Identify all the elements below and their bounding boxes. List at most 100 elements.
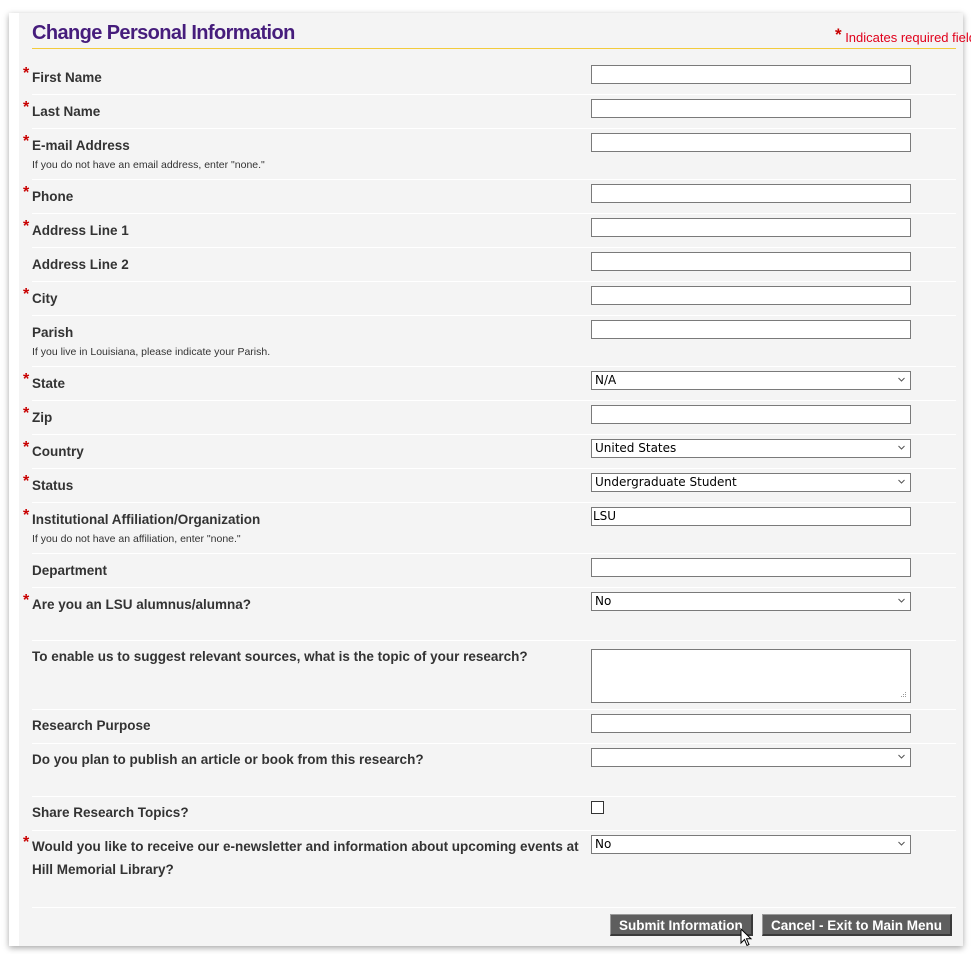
field-control	[591, 65, 911, 84]
field-label-text: Status	[32, 478, 74, 493]
field-label-text: Do you plan to publish an article or boo…	[32, 752, 424, 767]
field-label-text: Share Research Topics?	[32, 805, 189, 820]
required-asterisk-icon: *	[23, 371, 30, 388]
text-input[interactable]	[591, 184, 911, 203]
text-input[interactable]	[591, 99, 911, 118]
field-control	[591, 184, 911, 203]
required-asterisk-icon: *	[23, 592, 30, 609]
required-asterisk-icon: *	[23, 133, 30, 150]
textarea-input[interactable]	[591, 649, 911, 703]
cancel-exit-button[interactable]: Cancel - Exit to Main Menu	[762, 914, 953, 936]
form-row: * Last Name	[23, 95, 956, 129]
form-row: * First Name	[23, 61, 956, 95]
field-control	[591, 714, 911, 733]
field-control: United States	[591, 439, 911, 458]
form-rows: * First Name * Last Name * E-mail Address If y…	[23, 61, 956, 908]
chevron-down-icon	[898, 377, 905, 382]
form-row: * Country United States	[23, 435, 956, 469]
field-label-text: Last Name	[32, 104, 101, 119]
required-asterisk-icon: *	[23, 834, 30, 851]
share-research-checkbox[interactable]	[591, 801, 604, 814]
field-label: Department	[32, 559, 582, 582]
required-asterisk-icon: *	[23, 439, 30, 456]
field-control: No	[591, 835, 911, 854]
dropdown-select[interactable]: Undergraduate Student	[591, 473, 911, 492]
field-label: * Address Line 1	[23, 218, 582, 242]
field-label-text: Institutional Affiliation/Organization	[32, 512, 261, 527]
form-row: * Zip	[23, 401, 956, 435]
field-control	[591, 748, 911, 767]
resize-grip-icon[interactable]	[899, 691, 907, 699]
field-label-text: First Name	[32, 70, 102, 85]
dropdown-select[interactable]: No	[591, 592, 911, 611]
field-label: * Institutional Affiliation/Organization	[23, 507, 582, 531]
text-input[interactable]	[591, 286, 911, 305]
field-label: * Would you like to receive our e-newslet…	[23, 834, 582, 881]
field-label: Do you plan to publish an article or boo…	[32, 748, 582, 771]
dropdown-select[interactable]: N/A	[591, 371, 911, 390]
form-row: * Institutional Affiliation/Organization I…	[23, 503, 956, 554]
field-label: Parish	[32, 321, 582, 344]
text-input[interactable]	[591, 133, 911, 152]
field-label: Research Purpose	[32, 714, 582, 737]
field-label-text: Zip	[32, 410, 53, 425]
form-row: * State N/A	[23, 367, 956, 401]
field-label-text: Country	[32, 444, 84, 459]
field-control	[591, 252, 911, 271]
text-input[interactable]	[591, 65, 911, 84]
field-label: * Country	[23, 439, 582, 463]
dropdown-select[interactable]: United States	[591, 439, 911, 458]
text-input[interactable]	[591, 218, 911, 237]
mouse-cursor-icon	[740, 928, 753, 947]
field-label: * First Name	[23, 65, 582, 89]
field-label: * Status	[23, 473, 582, 497]
form-row: * Address Line 1	[23, 214, 956, 248]
field-control	[591, 133, 911, 152]
form-header: Change Personal Information * Indicates …	[32, 21, 971, 49]
text-input[interactable]	[591, 320, 911, 339]
field-label-text: Parish	[32, 325, 74, 340]
form-row: Department	[32, 554, 956, 588]
field-hint: If you live in Louisiana, please indicat…	[32, 346, 271, 358]
selected-value: Undergraduate Student	[595, 475, 737, 489]
text-input[interactable]	[591, 252, 911, 271]
dropdown-select[interactable]: No	[591, 835, 911, 854]
form-panel: Change Personal Information * Indicates …	[19, 13, 971, 946]
chevron-down-icon	[898, 841, 905, 846]
required-asterisk-icon: *	[23, 218, 30, 235]
field-label: Share Research Topics?	[32, 801, 582, 824]
field-label-text: City	[32, 291, 58, 306]
required-asterisk-icon: *	[23, 99, 30, 116]
field-label: * Zip	[23, 405, 582, 429]
field-label-text: State	[32, 376, 66, 391]
field-label-text: Phone	[32, 189, 74, 204]
form-row: Address Line 2	[32, 248, 956, 282]
selected-value: N/A	[595, 373, 617, 387]
field-control: LSU	[591, 507, 911, 526]
field-label: * State	[23, 371, 582, 395]
required-note-text: Indicates required field	[845, 30, 971, 45]
field-hint: If you do not have an affiliation, enter…	[32, 533, 241, 545]
form-row: * City	[23, 282, 956, 316]
text-input[interactable]	[591, 558, 911, 577]
text-input[interactable]	[591, 714, 911, 733]
text-input[interactable]: LSU	[591, 507, 911, 526]
field-label-text: Department	[32, 563, 108, 578]
selected-value: No	[595, 837, 612, 851]
text-input[interactable]	[591, 405, 911, 424]
form-row: Share Research Topics?	[32, 797, 956, 831]
field-control	[591, 801, 604, 814]
dropdown-select[interactable]	[591, 748, 911, 767]
form-row: * Status Undergraduate Student	[23, 469, 956, 503]
field-label-text: Address Line 1	[32, 223, 129, 238]
page-title: Change Personal Information	[32, 22, 295, 44]
field-label: * City	[23, 286, 582, 310]
field-control	[591, 99, 911, 118]
field-label: To enable us to suggest relevant sources…	[32, 645, 582, 668]
form-row: * Would you like to receive our e-newslet…	[23, 831, 956, 908]
submit-information-button[interactable]: Submit Information	[610, 914, 753, 936]
field-label-text: Are you an LSU alumnus/alumna?	[32, 597, 252, 612]
selected-value: United States	[595, 441, 677, 455]
field-label-text: Address Line 2	[32, 257, 129, 272]
field-control: Undergraduate Student	[591, 473, 911, 492]
